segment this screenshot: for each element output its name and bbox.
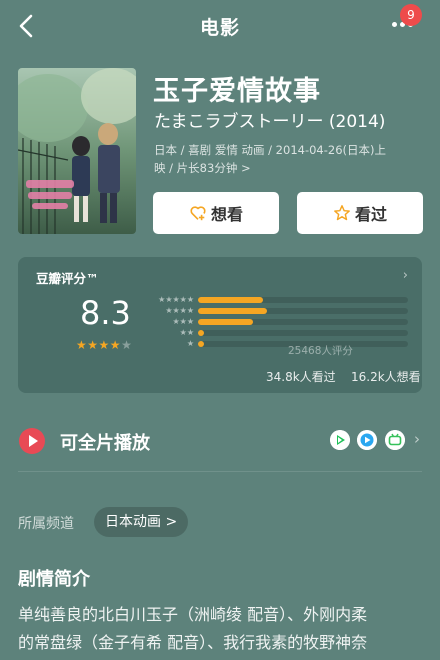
notification-badge: 9 xyxy=(400,4,422,26)
top-bar: 电影 9 xyxy=(0,0,440,52)
distribution-stars-icon: ★★★★★ xyxy=(158,295,194,304)
channel-tag[interactable]: 日本动画 > xyxy=(94,507,189,537)
distribution-stars-icon: ★★★★ xyxy=(165,306,194,315)
star-filled-icon: ★ xyxy=(76,338,88,352)
want-to-watch-button[interactable]: 想看 xyxy=(153,192,279,234)
distribution-bar xyxy=(198,341,205,347)
youku-icon xyxy=(357,430,377,450)
distribution-row: ★★★★★ xyxy=(150,295,410,304)
play-full-movie-row[interactable]: 可全片播放 › xyxy=(0,418,440,466)
synopsis-line: 单纯善良的北白川玉子（洲崎绫 配音）、外刚内柔 xyxy=(18,605,368,624)
meta-line: 映 / 片长83分钟 > xyxy=(154,161,251,175)
synopsis-line: 的常盘绿（金子有希 配音）、我行我素的牧野神奈 xyxy=(18,633,368,652)
distribution-track xyxy=(198,297,408,303)
distribution-row: ★★★★ xyxy=(150,306,410,315)
distribution-bar xyxy=(198,319,253,325)
want-to-watch-label: 想看 xyxy=(210,205,243,224)
rating-stars: ★★★★★ xyxy=(76,338,132,352)
chevron-right-icon: › xyxy=(414,430,420,448)
movie-title: 玉子爱情故事 xyxy=(153,76,321,107)
chevron-right-icon: › xyxy=(402,268,408,283)
watched-count: 34.8k人看过 xyxy=(266,370,336,384)
distribution-stars-icon: ★★ xyxy=(179,328,194,337)
rating-score: 8.3 xyxy=(80,294,131,332)
movie-meta-info[interactable]: 日本 / 喜剧 爱情 动画 / 2014-04-26(日本)上 映 / 片长83… xyxy=(154,141,424,177)
star-outline-icon xyxy=(334,205,350,221)
distribution-row: ★★★ xyxy=(150,317,410,326)
distribution-bar xyxy=(198,308,268,314)
synopsis-text: 单纯善良的北白川玉子（洲崎绫 配音）、外刚内柔 的常盘绿（金子有希 配音）、我行… xyxy=(18,601,428,657)
distribution-row: ★★ xyxy=(150,328,410,337)
rating-count: 25468人评分 xyxy=(288,345,353,357)
movie-original-title: たまこラブストーリー (2014) xyxy=(154,112,386,132)
play-icon xyxy=(19,428,45,454)
star-filled-icon: ★ xyxy=(87,338,99,352)
meta-line: 日本 / 喜剧 爱情 动画 / 2014-04-26(日本)上 xyxy=(154,143,386,157)
distribution-bar xyxy=(198,330,205,336)
synopsis-heading: 剧情简介 xyxy=(18,569,90,590)
divider xyxy=(18,471,422,472)
movie-poster[interactable] xyxy=(18,68,136,234)
wish-count: 16.2k人想看 xyxy=(351,370,421,384)
distribution-track xyxy=(198,319,408,325)
play-label: 可全片播放 xyxy=(60,433,150,454)
page-title: 电影 xyxy=(199,17,240,39)
star-filled-icon: ★ xyxy=(98,338,110,352)
rating-source-label: 豆瓣评分™ xyxy=(36,271,99,286)
distribution-track xyxy=(198,330,408,336)
watched-label: 看过 xyxy=(354,205,387,224)
distribution-row: ★ xyxy=(150,339,410,348)
star-empty-icon: ★ xyxy=(121,338,133,352)
channel-label: 所属频道 xyxy=(18,516,74,532)
distribution-stars-icon: ★ xyxy=(186,339,194,348)
heart-plus-icon xyxy=(190,206,206,221)
bilibili-icon xyxy=(385,430,405,450)
iqiyi-icon xyxy=(330,430,350,450)
rating-card[interactable]: 豆瓣评分™ › 8.3 ★★★★★ ★★★★★ ★★★★ ★★★ ★★ ★ 25468人… xyxy=(18,257,422,393)
distribution-track xyxy=(198,308,408,314)
star-filled-icon: ★ xyxy=(109,338,122,352)
distribution-bar xyxy=(198,297,264,303)
distribution-stars-icon: ★★★ xyxy=(172,317,194,326)
watched-button[interactable]: 看过 xyxy=(297,192,423,234)
